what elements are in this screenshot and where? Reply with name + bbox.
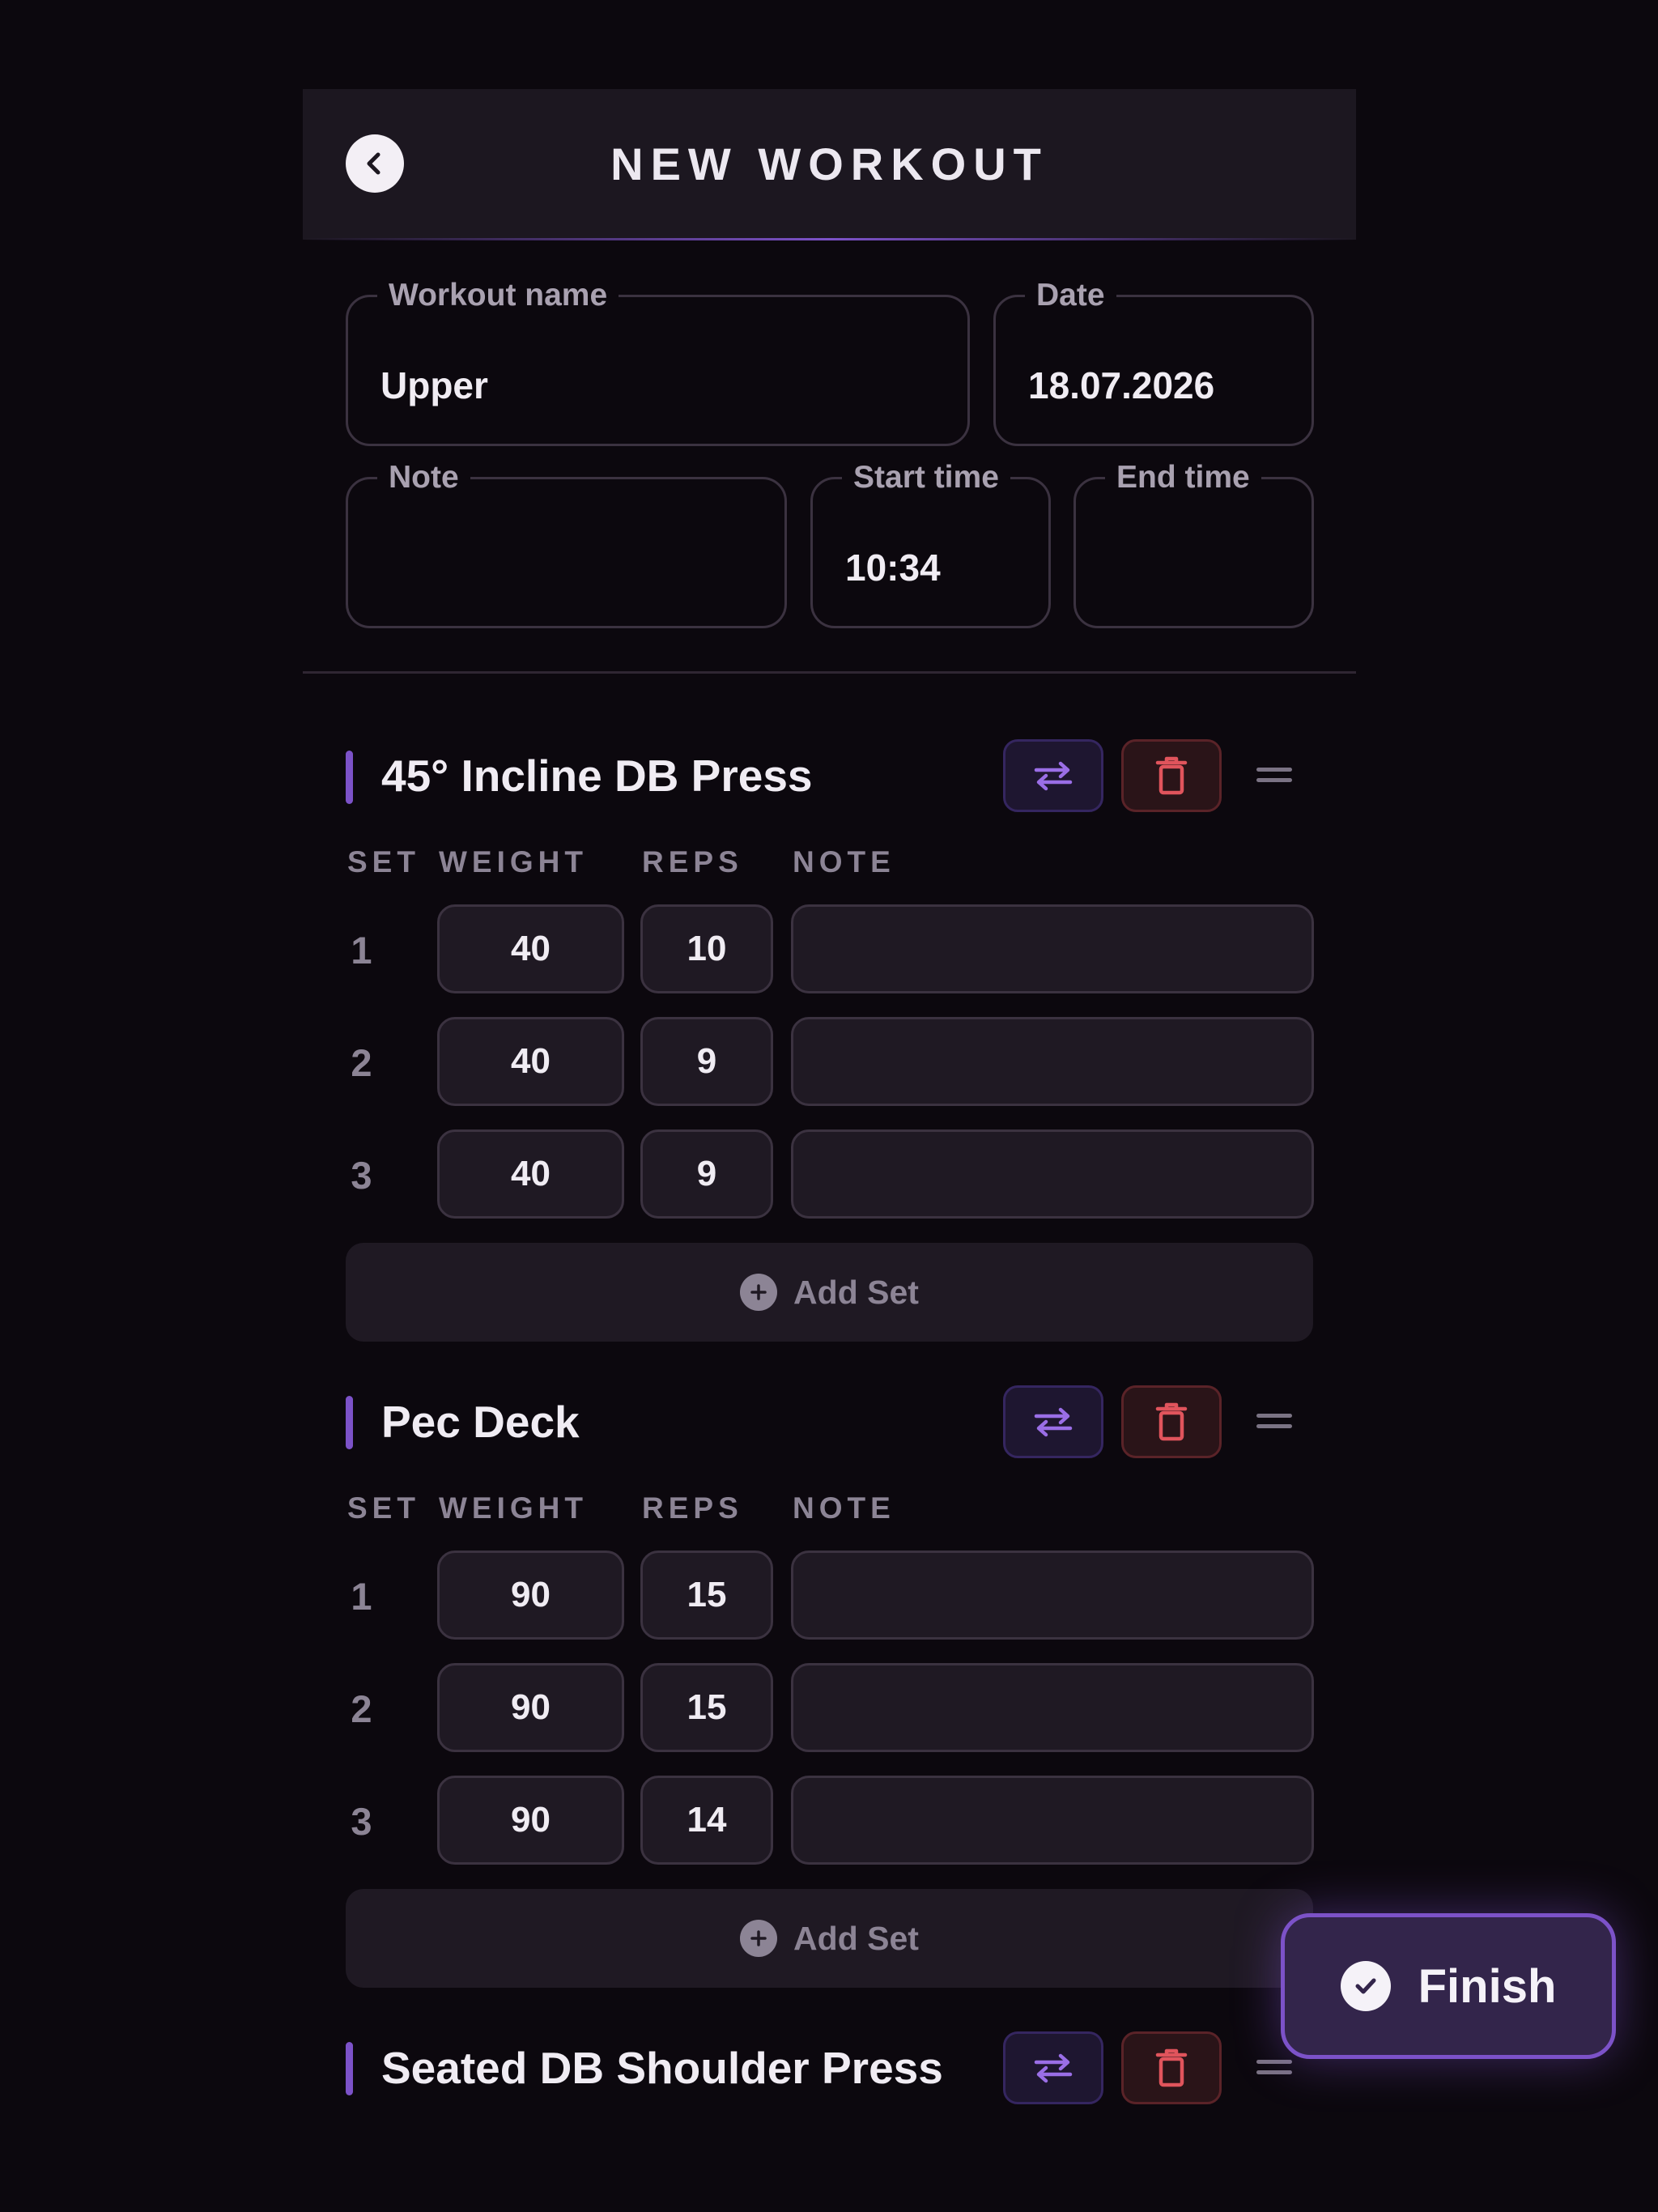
exercise-accent-bar [346, 1396, 353, 1449]
reps-input[interactable]: 15 [640, 1551, 773, 1640]
drag-handle-icon[interactable] [1256, 768, 1292, 784]
exercise-name: Seated DB Shoulder Press [381, 2043, 943, 2093]
add-set-button[interactable]: Add Set [346, 1243, 1313, 1342]
set-number: 1 [351, 929, 372, 972]
add-set-label: Add Set [793, 1273, 919, 1311]
workout-name-field[interactable]: Workout name Upper [346, 279, 970, 446]
column-header-weight: WEIGHT [439, 845, 588, 878]
add-set-label: Add Set [793, 1919, 919, 1957]
set-note-input[interactable] [791, 1663, 1314, 1752]
end-time-field[interactable]: End time [1073, 462, 1314, 628]
start-time-value: 10:34 [845, 547, 941, 589]
date-field[interactable]: Date 18.07.2026 [993, 279, 1314, 446]
delete-exercise-button[interactable] [1121, 739, 1222, 812]
set-note-input[interactable] [791, 1776, 1314, 1865]
trash-icon [1155, 1402, 1188, 1441]
finish-button[interactable]: Finish [1281, 1913, 1616, 2059]
plus-circle-icon [740, 1274, 778, 1311]
reps-input[interactable]: 10 [640, 904, 773, 993]
plus-circle-icon [740, 1920, 778, 1957]
swap-arrows-icon [1034, 761, 1073, 791]
exercise-accent-bar [346, 2042, 353, 2095]
exercise-name: 45° Incline DB Press [381, 751, 813, 801]
swap-exercise-button[interactable] [1003, 739, 1103, 812]
weight-input[interactable]: 40 [437, 1017, 624, 1106]
header-accent-line [303, 238, 1356, 240]
exercise-accent-bar [346, 751, 353, 804]
column-header-note: NOTE [793, 1491, 895, 1525]
column-header-note: NOTE [793, 845, 895, 878]
workout-panel: NEW WORKOUT Workout name Upper Date 18.0… [303, 0, 1616, 2212]
check-circle-icon [1340, 1961, 1391, 2011]
column-header-reps: REPS [642, 1491, 743, 1525]
swap-exercise-button[interactable] [1003, 1385, 1103, 1458]
set-number: 2 [351, 1041, 372, 1084]
column-header-set: SET [347, 845, 420, 878]
reps-input[interactable]: 15 [640, 1663, 773, 1752]
exercise-name: Pec Deck [381, 1397, 580, 1447]
start-time-label: Start time [853, 460, 999, 495]
date-label: Date [1036, 278, 1105, 313]
section-divider [303, 671, 1356, 674]
workout-name-value: Upper [380, 364, 488, 406]
date-value: 18.07.2026 [1028, 364, 1215, 406]
trash-icon [1155, 756, 1188, 795]
weight-input[interactable]: 90 [437, 1551, 624, 1640]
weight-input[interactable]: 90 [437, 1663, 624, 1752]
set-number: 3 [351, 1154, 372, 1197]
drag-handle-icon[interactable] [1256, 1414, 1292, 1430]
set-number: 2 [351, 1687, 372, 1730]
weight-input[interactable]: 40 [437, 904, 624, 993]
set-number: 3 [351, 1800, 372, 1843]
reps-input[interactable]: 14 [640, 1776, 773, 1865]
weight-input[interactable]: 90 [437, 1776, 624, 1865]
swap-arrows-icon [1034, 1407, 1073, 1437]
delete-exercise-button[interactable] [1121, 2031, 1222, 2104]
page-title: NEW WORKOUT [610, 138, 1048, 189]
delete-exercise-button[interactable] [1121, 1385, 1222, 1458]
end-time-label: End time [1116, 460, 1250, 495]
note-label: Note [389, 460, 459, 495]
finish-label: Finish [1418, 1959, 1557, 2013]
column-header-weight: WEIGHT [439, 1491, 588, 1525]
reps-input[interactable]: 9 [640, 1017, 773, 1106]
trash-icon [1155, 2048, 1188, 2087]
set-note-input[interactable] [791, 1129, 1314, 1219]
set-note-input[interactable] [791, 1017, 1314, 1106]
add-set-button[interactable]: Add Set [346, 1889, 1313, 1988]
swap-arrows-icon [1034, 2053, 1073, 2083]
start-time-field[interactable]: Start time 10:34 [810, 462, 1051, 628]
column-header-set: SET [347, 1491, 420, 1525]
note-field[interactable]: Note [346, 462, 787, 628]
set-note-input[interactable] [791, 1551, 1314, 1640]
reps-input[interactable]: 9 [640, 1129, 773, 1219]
set-note-input[interactable] [791, 904, 1314, 993]
set-number: 1 [351, 1575, 372, 1618]
weight-input[interactable]: 40 [437, 1129, 624, 1219]
swap-exercise-button[interactable] [1003, 2031, 1103, 2104]
workout-name-label: Workout name [389, 278, 608, 313]
drag-handle-icon[interactable] [1256, 2060, 1292, 2076]
column-header-reps: REPS [642, 845, 743, 878]
